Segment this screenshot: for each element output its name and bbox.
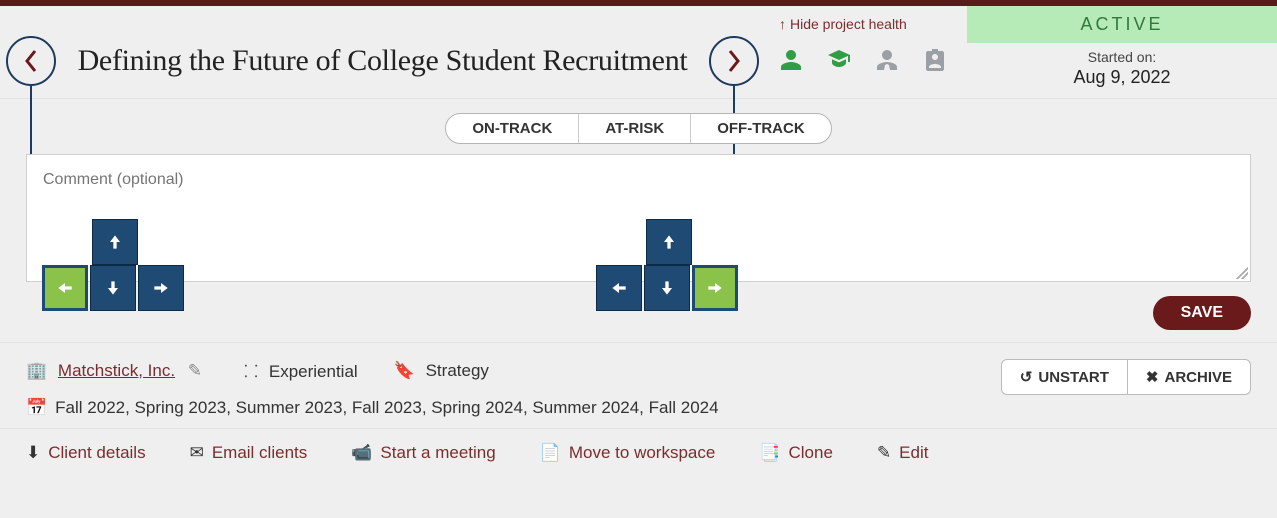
action-label: Move to workspace — [569, 443, 715, 463]
close-icon: ✖ — [1146, 368, 1159, 386]
action-label: Clone — [789, 443, 833, 463]
graduate-icon[interactable] — [827, 48, 851, 77]
terms-text: Fall 2022, Spring 2023, Summer 2023, Fal… — [55, 398, 718, 418]
arrow-up-icon[interactable] — [646, 219, 692, 265]
action-label: Client details — [48, 443, 145, 463]
arrow-right-icon[interactable] — [138, 265, 184, 311]
video-icon: 📹 — [351, 443, 372, 463]
archive-button[interactable]: ✖ ARCHIVE — [1128, 359, 1251, 395]
copy-icon: 📑 — [759, 443, 780, 463]
segment-on-track[interactable]: ON-TRACK — [446, 114, 579, 143]
flow-icon: ⸬ — [244, 362, 258, 381]
org-link[interactable]: Matchstick, Inc. — [58, 361, 175, 380]
action-label: Start a meeting — [380, 443, 495, 463]
arrow-up-icon[interactable] — [92, 219, 138, 265]
client-details-action[interactable]: ⬇ Client details — [26, 443, 146, 463]
unstart-label: UNSTART — [1038, 369, 1109, 386]
business-icon[interactable] — [875, 48, 899, 77]
pencil-icon[interactable]: ✎ — [188, 361, 202, 380]
status-badge: ACTIVE — [967, 6, 1277, 43]
mail-icon: ✉ — [190, 443, 204, 463]
hide-health-label: Hide project health — [790, 16, 907, 32]
start-meeting-action[interactable]: 📹 Start a meeting — [351, 443, 495, 463]
archive-label: ARCHIVE — [1164, 369, 1232, 386]
save-button[interactable]: SAVE — [1153, 296, 1251, 330]
edit-action[interactable]: ✎ Edit — [877, 443, 929, 463]
segment-at-risk[interactable]: AT-RISK — [579, 114, 691, 143]
clone-action[interactable]: 📑 Clone — [759, 443, 833, 463]
category-label: Experiential — [269, 362, 358, 381]
id-badge-icon[interactable] — [923, 48, 947, 77]
segment-off-track[interactable]: OFF-TRACK — [691, 114, 830, 143]
file-move-icon: 📄 — [540, 443, 561, 463]
email-clients-action[interactable]: ✉ Email clients — [190, 443, 308, 463]
org-row: 🏢 Matchstick, Inc. ✎ — [26, 361, 208, 381]
started-on-label: Started on: — [967, 49, 1277, 65]
action-label: Edit — [899, 443, 928, 463]
arrow-right-icon[interactable] — [692, 265, 738, 311]
undo-icon: ↺ — [1020, 368, 1033, 386]
unstart-button[interactable]: ↺ UNSTART — [1001, 359, 1128, 395]
track-status-toggle[interactable]: ON-TRACK AT-RISK OFF-TRACK — [445, 113, 831, 144]
arrow-left-icon[interactable] — [596, 265, 642, 311]
download-icon: ⬇ — [26, 443, 40, 463]
pencil-icon: ✎ — [877, 443, 891, 463]
calendar-icon: 📅 — [26, 398, 47, 418]
arrow-left-icon[interactable] — [42, 265, 88, 311]
prev-button[interactable] — [6, 36, 56, 86]
arrow-down-icon[interactable] — [644, 265, 690, 311]
person-icon[interactable] — [779, 48, 803, 77]
bookmark-icon: 🔖 — [394, 361, 415, 380]
started-date: Aug 9, 2022 — [967, 67, 1277, 88]
dpad-tooltip-left — [42, 219, 188, 311]
arrow-down-icon[interactable] — [90, 265, 136, 311]
tag-label: Strategy — [426, 361, 489, 380]
building-icon: 🏢 — [26, 361, 47, 380]
tag-row: 🔖 Strategy — [394, 361, 489, 381]
resize-handle-icon[interactable] — [1236, 267, 1248, 279]
dpad-tooltip-right — [596, 219, 742, 311]
action-label: Email clients — [212, 443, 307, 463]
next-button[interactable] — [709, 36, 759, 86]
hide-health-toggle[interactable]: ↑ Hide project health — [779, 16, 907, 32]
category-row: ⸬ Experiential — [244, 359, 358, 382]
page-title: Defining the Future of College Student R… — [76, 44, 689, 78]
arrow-up-icon: ↑ — [779, 16, 786, 32]
move-workspace-action[interactable]: 📄 Move to workspace — [540, 443, 716, 463]
